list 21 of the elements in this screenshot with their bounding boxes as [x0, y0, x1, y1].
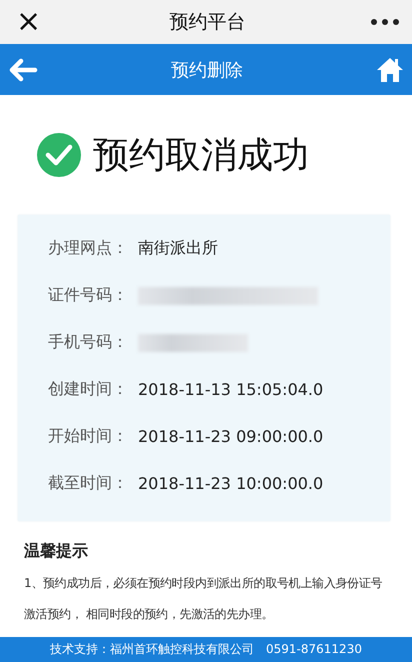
- success-message: 预约取消成功: [93, 134, 309, 178]
- field-label: 手机号码：: [48, 332, 129, 353]
- field-value: 2018-11-23 09:00:00.0: [138, 427, 324, 446]
- field-label: 开始时间：: [48, 426, 129, 447]
- field-value: 南街派出所: [138, 238, 218, 259]
- more-icon[interactable]: [370, 18, 400, 26]
- notice-text: 1、预约成功后，必须在预约时段内到派出所的取号机上输入身份证号激活预约， 相同时段的预约，先激活的先办理。: [24, 575, 384, 623]
- field-label: 截至时间：: [48, 473, 129, 494]
- notice-title: 温馨提示: [24, 541, 89, 562]
- window-title: 预约平台: [170, 10, 246, 35]
- field-label: 创建时间：: [48, 379, 129, 400]
- footer-text: 技术支持：福州首环触控科技有限公司 0591-87611230: [0, 637, 412, 662]
- field-label: 证件号码：: [48, 285, 129, 306]
- close-button[interactable]: ×: [12, 7, 46, 37]
- field-value: 2018-11-13 15:05:04.0: [138, 380, 324, 399]
- back-arrow-icon[interactable]: [8, 58, 38, 82]
- field-label: 办理网点：: [48, 238, 129, 259]
- page-title: 预约删除: [171, 58, 243, 82]
- field-value: 2018-11-23 10:00:00.0: [138, 474, 324, 493]
- check-circle-icon: [37, 133, 81, 177]
- home-icon[interactable]: [376, 56, 404, 82]
